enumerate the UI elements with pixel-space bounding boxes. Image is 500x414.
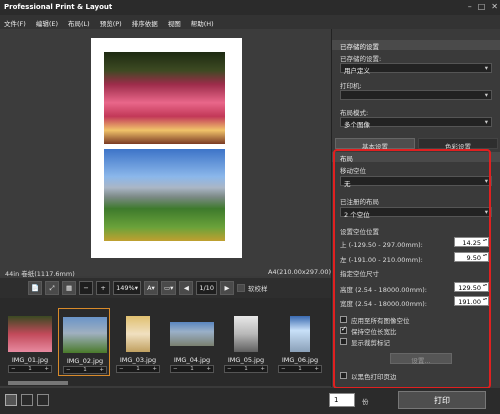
paper-size-status: A4(210.00x297.00) — [268, 268, 331, 276]
thumbnail-image — [234, 316, 258, 352]
thumbnail-image — [170, 322, 214, 346]
tab-color[interactable]: 色彩设置 — [418, 138, 498, 151]
zoom-out-icon[interactable]: − — [79, 281, 94, 295]
menu-preview[interactable]: 预览(P) — [100, 18, 122, 28]
thumbnail-name: IMG_05.jpg — [227, 356, 265, 364]
thumbnail-image — [290, 316, 310, 352]
maximize-icon[interactable]: □ — [478, 2, 486, 11]
copy-counter[interactable]: −1 + — [8, 365, 52, 373]
window-controls: – □ ✕ — [468, 2, 498, 11]
zoom-select[interactable]: 149% ▾ — [113, 281, 141, 295]
thumbnail-image — [63, 317, 107, 353]
print-button[interactable]: 打印 — [398, 391, 486, 409]
copy-counter[interactable]: −1 + — [224, 365, 268, 373]
add-page-icon[interactable]: 📄 — [28, 281, 43, 295]
menu-bar: 文件(F) 编辑(E) 布局(L) 预览(P) 排序依据 视图 帮助(H) — [0, 15, 500, 29]
preview-toolbar: 📄 ⤢ ▦ − + 149% ▾ A▾ ▭▾ ◀ 1/10 ▶ 软校样 — [0, 278, 331, 298]
photo-flower-market[interactable] — [104, 52, 225, 144]
tab-basic[interactable]: 基本设置 — [335, 138, 415, 151]
close-icon[interactable]: ✕ — [491, 2, 498, 11]
copies-unit: 份 — [362, 398, 369, 406]
copy-counter[interactable]: −1 + — [116, 365, 160, 373]
copy-counter[interactable]: −1 + — [278, 365, 322, 373]
saved-settings-select[interactable]: 用户定义 — [340, 63, 492, 75]
prev-page-icon[interactable]: ◀ — [179, 281, 194, 295]
thumbnail-item[interactable]: IMG_03.jpg −1 + — [112, 308, 164, 376]
saved-settings-header[interactable]: 已存储的设置 — [332, 40, 500, 51]
soft-proof-checkbox[interactable] — [236, 284, 245, 292]
align-icon[interactable]: ▭▾ — [160, 281, 177, 295]
copy-counter[interactable]: −1 + — [170, 365, 214, 373]
scrollbar-thumb[interactable] — [8, 381, 68, 385]
layout-mode-select[interactable]: 多个图像 — [340, 117, 492, 129]
thumbnail-item[interactable]: IMG_05.jpg −1 + — [220, 308, 272, 376]
menu-layout[interactable]: 布局(L) — [68, 18, 90, 28]
thumbnail-name: IMG_03.jpg — [119, 356, 157, 364]
thumbnail-name: IMG_04.jpg — [173, 356, 211, 364]
minimize-icon[interactable]: – — [468, 2, 472, 11]
menu-file[interactable]: 文件(F) — [4, 18, 26, 28]
fit-icon[interactable]: ⤢ — [45, 281, 60, 295]
printer-select[interactable] — [340, 90, 492, 100]
thumbnail-item[interactable]: IMG_01.jpg −1 + — [4, 308, 56, 376]
title-bar: Professional Print & Layout — [0, 0, 500, 15]
thumbnail-strip: IMG_01.jpg −1 + IMG_02.jpg −1 + IMG_03.jpg… — [0, 298, 331, 380]
thumbnail-name: IMG_02.jpg — [66, 357, 104, 365]
thumbnail-image — [8, 316, 52, 352]
printer-label: 打印机: — [340, 82, 362, 90]
menu-edit[interactable]: 编辑(E) — [36, 18, 58, 28]
thumbnail-item[interactable]: IMG_04.jpg −1 + — [166, 308, 218, 376]
saved-settings-label: 已存储的设置: — [340, 55, 382, 63]
zoom-in-icon[interactable]: + — [96, 281, 111, 295]
thumbnail-item-selected[interactable]: IMG_02.jpg −1 + — [58, 308, 110, 376]
copies-input[interactable]: 1 — [329, 393, 355, 407]
text-tool-icon[interactable]: A▾ — [143, 281, 158, 295]
layout-mode-label: 布局模式: — [340, 109, 369, 117]
page-indicator: 1/10 — [196, 281, 217, 295]
thumbnail-view-icon[interactable] — [37, 394, 49, 406]
double-view-icon[interactable] — [21, 394, 33, 406]
single-view-icon[interactable] — [5, 394, 17, 406]
roll-paper-status: 44in 卷纸(1117.6mm) — [5, 270, 75, 278]
menu-help[interactable]: 帮助(H) — [191, 18, 214, 28]
thumbnail-name: IMG_01.jpg — [11, 356, 49, 364]
highlight-box — [333, 149, 491, 389]
next-page-icon[interactable]: ▶ — [219, 281, 234, 295]
copy-counter[interactable]: −1 + — [63, 366, 107, 374]
menu-sort[interactable]: 排序依据 — [132, 18, 158, 28]
thumbnail-item[interactable]: IMG_06.jpg −1 + — [274, 308, 326, 376]
photo-mountain-landscape[interactable] — [104, 149, 225, 241]
zoom-value: 149% — [116, 284, 135, 292]
layout-icon[interactable]: ▦ — [62, 281, 77, 295]
thumbnail-name: IMG_06.jpg — [281, 356, 319, 364]
soft-proof-label: 软校样 — [247, 285, 268, 293]
bottom-bar: 1 份 打印 — [0, 388, 500, 414]
paper-preview — [91, 38, 242, 258]
menu-view[interactable]: 视图 — [168, 18, 181, 28]
app-title: Professional Print & Layout — [4, 3, 113, 11]
thumbnail-image — [126, 316, 150, 352]
